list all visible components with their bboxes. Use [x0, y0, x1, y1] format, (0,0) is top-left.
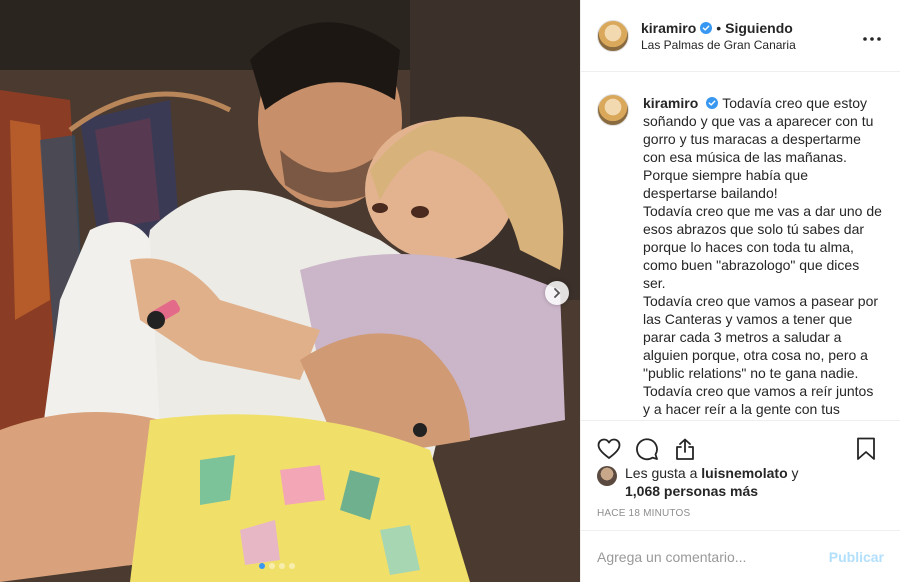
share-button[interactable]	[673, 437, 697, 461]
likes-prefix: Les gusta a	[625, 465, 702, 481]
carousel-dot	[289, 563, 295, 569]
comment-bar: Publicar	[581, 530, 900, 582]
separator-dot: •	[716, 19, 722, 36]
likes-text: Les gusta a luisnemolato y 1,068 persona…	[625, 464, 799, 500]
verified-badge-icon	[700, 21, 713, 34]
comment-input[interactable]	[597, 548, 829, 565]
username-link[interactable]: kiramiro	[641, 20, 696, 36]
action-bar	[581, 420, 900, 464]
avatar[interactable]	[597, 466, 617, 486]
carousel-next-button[interactable]	[545, 281, 569, 305]
publish-button[interactable]: Publicar	[829, 549, 884, 565]
follow-status-button[interactable]: Siguiendo	[725, 20, 793, 36]
carousel-dot	[269, 563, 275, 569]
comment-button[interactable]	[635, 437, 659, 461]
comment-icon	[636, 437, 658, 460]
verified-badge-icon	[706, 97, 719, 109]
carousel-dot	[279, 563, 285, 569]
post-timestamp[interactable]: HACE 18 MINUTOS	[597, 508, 690, 519]
likes-conj: y	[787, 465, 799, 481]
bookmark-icon	[857, 437, 875, 460]
post-photo[interactable]	[0, 0, 580, 582]
header-text: kiramiro • Siguiendo Las Palmas de Gran …	[641, 20, 860, 52]
header-row: kiramiro • Siguiendo	[641, 20, 860, 36]
carousel-indicator	[259, 563, 295, 569]
likes-count-link[interactable]: 1,068 personas más	[625, 483, 758, 499]
post-caption: kiramiro Todavía creo que estoy soñando …	[581, 72, 900, 420]
avatar[interactable]	[597, 19, 629, 52]
location-link[interactable]: Las Palmas de Gran Canaria	[641, 38, 860, 52]
caption-username[interactable]: kiramiro	[643, 95, 698, 111]
liker-username-link[interactable]: luisnemolato	[701, 465, 787, 481]
avatar[interactable]	[597, 94, 629, 126]
carousel-dot	[259, 563, 265, 569]
caption-text: Todavía creo que estoy soñando y que vas…	[643, 95, 882, 420]
share-icon	[676, 438, 694, 460]
post-side-panel: kiramiro • Siguiendo Las Palmas de Gran …	[580, 0, 900, 582]
heart-icon	[597, 438, 621, 459]
save-button[interactable]	[854, 437, 878, 461]
photo-image	[0, 0, 580, 582]
caption-body: kiramiro Todavía creo que estoy soñando …	[643, 94, 884, 420]
more-horizontal-icon[interactable]	[860, 30, 884, 41]
chevron-right-icon	[554, 288, 561, 298]
like-button[interactable]	[597, 437, 621, 461]
likes-summary: Les gusta a luisnemolato y 1,068 persona…	[597, 464, 884, 500]
post-header: kiramiro • Siguiendo Las Palmas de Gran …	[581, 0, 900, 72]
